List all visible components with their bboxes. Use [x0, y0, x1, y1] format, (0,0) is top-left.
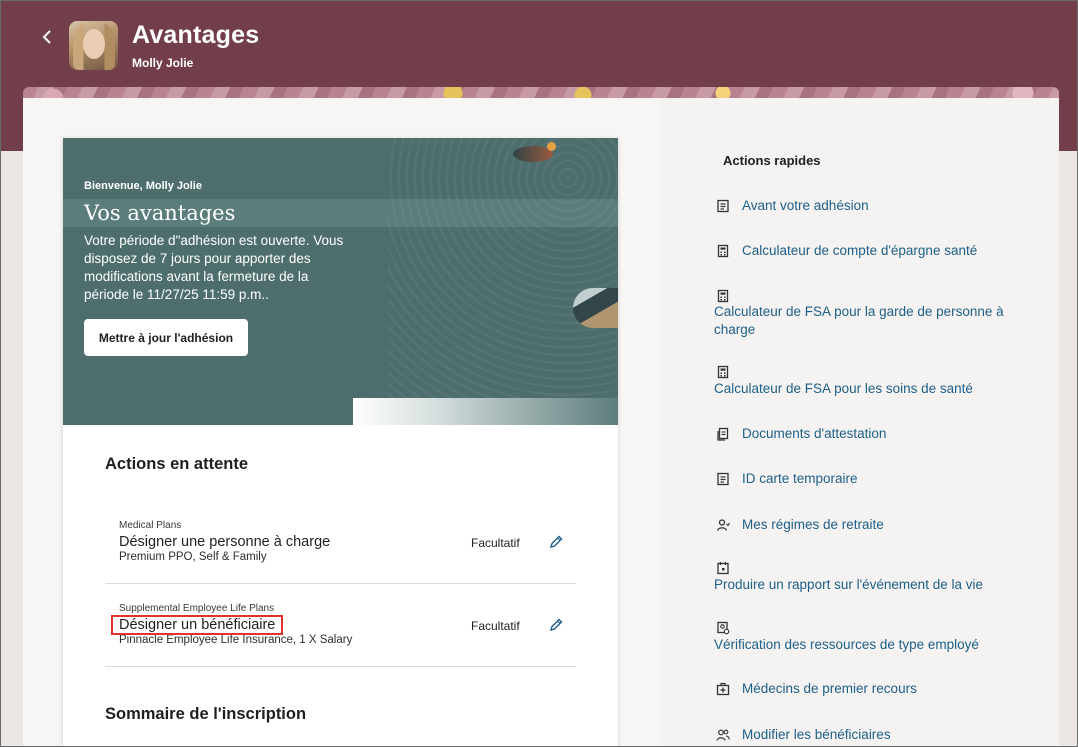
avatar	[69, 21, 118, 70]
person-icon	[716, 519, 730, 531]
quick-action-retirement-plans[interactable]: Mes régimes de retraite	[715, 516, 1015, 536]
quick-action-employee-verification[interactable]: Vérification des ressources de type empl…	[714, 620, 1025, 656]
quick-action-healthcare-fsa-calculator[interactable]: Calculateur de FSA pour les soins de san…	[714, 364, 1025, 400]
edit-icon[interactable]	[547, 533, 565, 551]
page-title: Avantages	[132, 21, 260, 49]
quick-action-label[interactable]: Modifier les bénéficiaires	[742, 726, 891, 744]
action-status: Facultatif	[471, 536, 520, 550]
enrollment-description: Votre période d"adhésion est ouverte. Vo…	[84, 233, 344, 302]
enrollment-summary-title: Sommaire de l'inscription	[105, 705, 307, 723]
quick-action-hsa-calculator[interactable]: Calculateur de compte d'épargne santé	[715, 242, 1035, 262]
quick-action-dependent-fsa-calculator[interactable]: Calculateur de FSA pour la garde de pers…	[714, 288, 1025, 340]
quick-action-before-enrollment[interactable]: Avant votre adhésion	[715, 197, 1015, 217]
back-button[interactable]	[35, 25, 59, 49]
quick-action-label[interactable]: Produire un rapport sur l'événement de l…	[714, 576, 1024, 594]
verify-icon	[717, 621, 730, 635]
quick-action-label[interactable]: Avant votre adhésion	[742, 197, 869, 215]
pending-action-row[interactable]: Medical Plans Désigner une personne à ch…	[105, 501, 576, 584]
update-enrollment-button[interactable]: Mettre à jour l'adhésion	[84, 319, 248, 356]
page-subtitle: Molly Jolie	[132, 56, 194, 70]
quick-action-temporary-id-card[interactable]: ID carte temporaire	[715, 470, 1015, 490]
quick-action-label[interactable]: Calculateur de compte d'épargne santé	[742, 242, 977, 260]
quick-action-label[interactable]: Mes régimes de retraite	[742, 516, 884, 534]
quick-action-label[interactable]: Calculateur de FSA pour la garde de pers…	[714, 303, 1014, 339]
quick-action-label[interactable]: ID carte temporaire	[742, 470, 858, 488]
action-category: Supplemental Employee Life Plans	[119, 603, 275, 614]
highlight-annotation	[111, 615, 283, 635]
action-name[interactable]: Désigner une personne à charge	[119, 534, 330, 550]
calculator-icon	[717, 365, 729, 379]
documents-icon	[717, 427, 729, 441]
calculator-icon	[717, 289, 729, 303]
hero-banner: Bienvenue, Molly Jolie Vos avantages Vot…	[63, 138, 618, 425]
hero-title: Vos avantages	[84, 201, 236, 225]
pending-actions-title: Actions en attente	[105, 455, 249, 473]
benefits-panel: Bienvenue, Molly Jolie Vos avantages Vot…	[63, 138, 618, 746]
main-card: Bienvenue, Molly Jolie Vos avantages Vot…	[23, 98, 1059, 746]
quick-action-label[interactable]: Documents d'attestation	[742, 425, 886, 443]
quick-action-attestation-documents[interactable]: Documents d'attestation	[715, 425, 1015, 445]
action-status: Facultatif	[471, 619, 520, 633]
quick-action-primary-care-physicians[interactable]: Médecins de premier recours	[715, 680, 1015, 700]
quick-actions-title: Actions rapides	[723, 153, 821, 168]
calendar-icon	[717, 562, 729, 575]
quick-action-label[interactable]: Vérification des ressources de type empl…	[714, 636, 1024, 654]
calculator-icon	[717, 244, 729, 258]
action-detail: Premium PPO, Self & Family	[119, 551, 267, 563]
edit-icon[interactable]	[547, 616, 565, 634]
document-icon	[717, 199, 729, 213]
welcome-text: Bienvenue, Molly Jolie	[84, 180, 202, 192]
page-header: Avantages Molly Jolie	[1, 1, 1077, 87]
chevron-left-icon	[42, 30, 51, 44]
app-window: Avantages Molly Jolie Bienvenue, Molly J…	[0, 0, 1078, 747]
quick-action-label[interactable]: Médecins de premier recours	[742, 680, 917, 698]
quick-actions-panel: Actions rapides Avant votre adhésion Cal…	[659, 98, 1059, 746]
id-card-icon	[717, 472, 729, 486]
quick-action-modify-beneficiaries[interactable]: Modifier les bénéficiaires	[715, 726, 1015, 746]
bird-illustration-2	[573, 288, 618, 328]
people-icon	[716, 729, 730, 741]
medical-icon	[716, 682, 730, 696]
quick-action-life-event[interactable]: Produire un rapport sur l'événement de l…	[714, 560, 1025, 596]
action-category: Medical Plans	[119, 520, 182, 531]
action-detail: Pinnacle Employee Life Insurance, 1 X Sa…	[119, 634, 353, 646]
quick-action-label[interactable]: Calculateur de FSA pour les soins de san…	[714, 380, 1014, 398]
